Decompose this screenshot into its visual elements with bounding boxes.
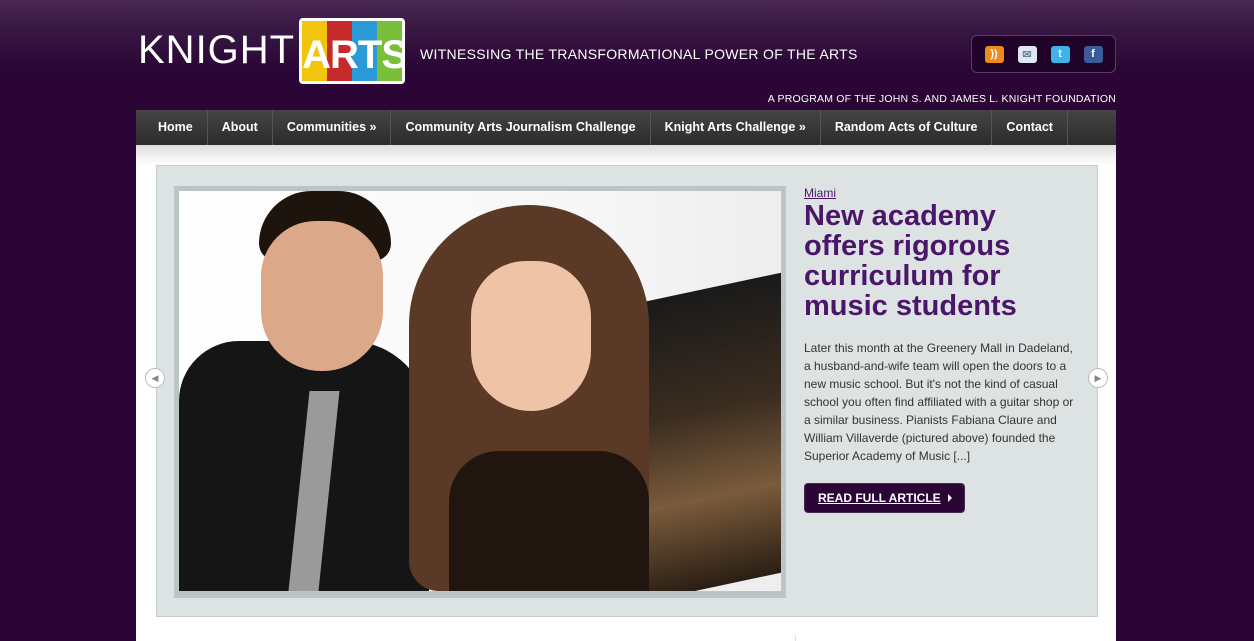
nav-communities[interactable]: Communities »: [273, 110, 392, 145]
logo-arts-text: ARTS: [302, 33, 406, 77]
read-full-article-label: READ FULL ARTICLE: [818, 491, 941, 505]
read-full-article-button[interactable]: READ FULL ARTICLE: [804, 483, 965, 513]
nav-community-arts-journalism-challenge[interactable]: Community Arts Journalism Challenge: [391, 110, 651, 145]
divider: [795, 635, 796, 641]
nav-random-acts-of-culture[interactable]: Random Acts of Culture: [821, 110, 993, 145]
nav-contact[interactable]: Contact: [992, 110, 1068, 145]
twitter-icon[interactable]: t: [1050, 45, 1070, 63]
site-tagline: WITNESSING THE TRANSFORMATIONAL POWER OF…: [420, 46, 858, 62]
main-nav: Home About Communities » Community Arts …: [136, 110, 1116, 145]
slide-text: Miami New academy offers rigorous curric…: [804, 186, 1074, 513]
prev-slide-arrow-icon[interactable]: ◀: [145, 368, 165, 388]
nav-knight-arts-challenge[interactable]: Knight Arts Challenge »: [651, 110, 821, 145]
play-arrow-icon: [947, 494, 952, 502]
featured-photo-frame[interactable]: [174, 186, 786, 598]
content-panel: Miami New academy offers rigorous curric…: [136, 145, 1116, 641]
logo-arts-badge: ARTS: [299, 18, 406, 84]
category-link[interactable]: Miami: [804, 186, 1074, 200]
site-logo[interactable]: KNIGHT ARTS: [138, 14, 406, 84]
social-links: )) ✉ t f: [971, 35, 1116, 73]
woman-figure: [379, 191, 709, 591]
rss-icon[interactable]: )): [984, 45, 1004, 63]
facebook-icon[interactable]: f: [1083, 45, 1103, 63]
nav-home[interactable]: Home: [144, 110, 208, 145]
featured-slider: Miami New academy offers rigorous curric…: [156, 165, 1098, 617]
foundation-credit: A PROGRAM OF THE JOHN S. AND JAMES L. KN…: [767, 93, 1116, 105]
featured-photo: [179, 191, 781, 591]
slide-excerpt: Later this month at the Greenery Mall in…: [804, 341, 1074, 463]
nav-about[interactable]: About: [208, 110, 273, 145]
next-slide-arrow-icon[interactable]: ▶: [1088, 368, 1108, 388]
mail-icon[interactable]: ✉: [1017, 45, 1037, 63]
slide-headline[interactable]: New academy offers rigorous curriculum f…: [804, 201, 1074, 321]
logo-wordmark: KNIGHT: [138, 28, 296, 72]
